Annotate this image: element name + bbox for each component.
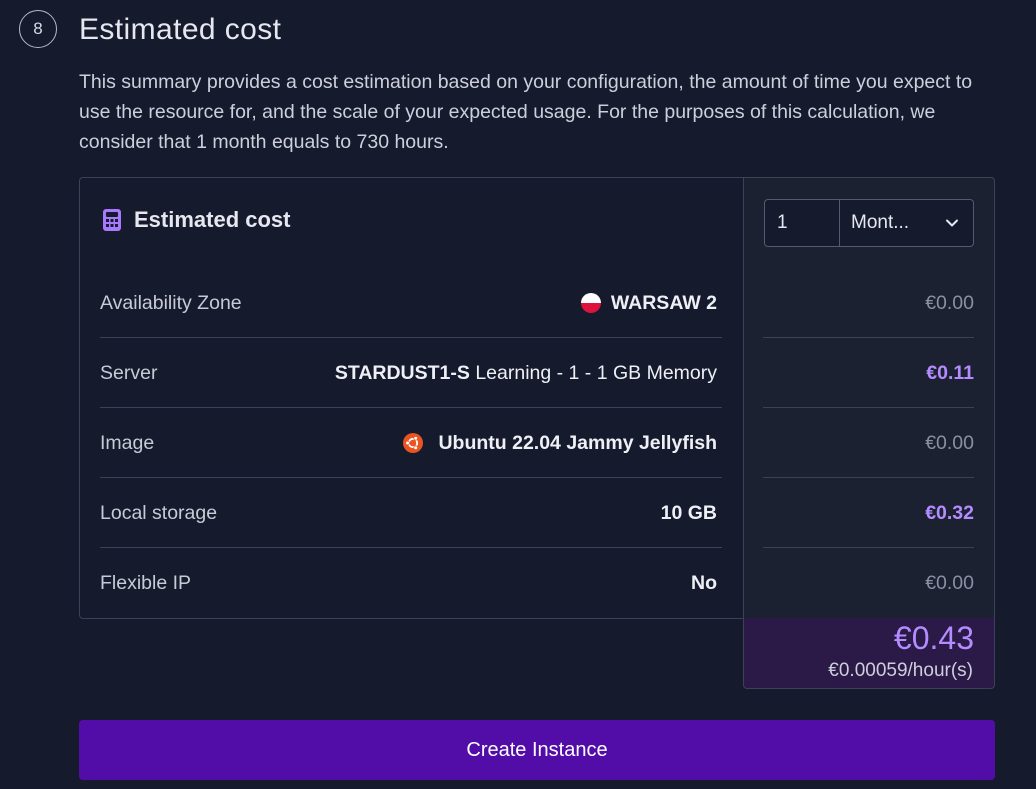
chevron-down-icon (946, 219, 958, 227)
server-description: Learning - 1 - 1 GB Memory (469, 361, 717, 384)
zone-name: WARSAW 2 (610, 291, 717, 314)
row-value: No (691, 548, 717, 618)
create-instance-button[interactable]: Create Instance (79, 720, 995, 780)
row-value: STARDUST1-S Learning - 1 - 1 GB Memory (335, 338, 717, 408)
flexible-ip-value: No (691, 571, 717, 594)
section-description: This summary provides a cost estimation … (79, 71, 973, 153)
section-title: Estimated cost (79, 13, 282, 46)
row-value: WARSAW 2 (580, 268, 717, 338)
row-price: €0.32 (925, 501, 974, 524)
duration-period-select[interactable]: Mont... (839, 199, 974, 247)
ubuntu-icon (403, 433, 424, 453)
image-name: Ubuntu 22.04 Jammy Jellyfish (438, 431, 717, 454)
cost-row-server: Server STARDUST1-S Learning - 1 - 1 GB M… (100, 338, 974, 408)
cost-row-local-storage: Local storage 10 GB €0.32 (100, 478, 974, 548)
total-amount: €0.43 (893, 620, 974, 656)
total-hourly-rate: €0.00059/hour(s) (828, 660, 973, 681)
poland-flag-icon (580, 293, 601, 313)
row-label: Image (100, 431, 155, 454)
row-value: Ubuntu 22.04 Jammy Jellyfish (403, 408, 717, 478)
server-type: STARDUST1-S (334, 361, 470, 384)
row-price: €0.00 (925, 571, 974, 594)
row-value: 10 GB (661, 478, 717, 548)
cost-row-availability-zone: Availability Zone WARSAW 2 €0.00 (100, 268, 974, 338)
row-label: Local storage (100, 501, 218, 524)
row-label: Flexible IP (100, 571, 192, 594)
step-number-badge: 8 (19, 10, 57, 48)
period-select-value: Mont... (851, 212, 910, 233)
card-title: Estimated cost (134, 207, 291, 232)
calculator-icon (103, 209, 121, 231)
row-label: Server (100, 361, 158, 384)
duration-quantity-input[interactable] (764, 199, 840, 247)
cost-row-flexible-ip: Flexible IP No €0.00 (100, 548, 974, 618)
row-price: €0.00 (925, 291, 974, 314)
row-price: €0.00 (925, 431, 974, 454)
storage-size: 10 GB (660, 501, 717, 524)
estimated-cost-section: 8 Estimated cost This summary provides a… (0, 0, 1036, 789)
total-cost-box: €0.43 €0.00059/hour(s) (743, 618, 995, 689)
cost-row-image: Image Ubuntu 22.04 Jammy Jellyfish €0.00 (100, 408, 974, 478)
card-header: Estimated cost (103, 207, 291, 233)
row-label: Availability Zone (100, 291, 242, 314)
row-price: €0.11 (926, 361, 974, 384)
